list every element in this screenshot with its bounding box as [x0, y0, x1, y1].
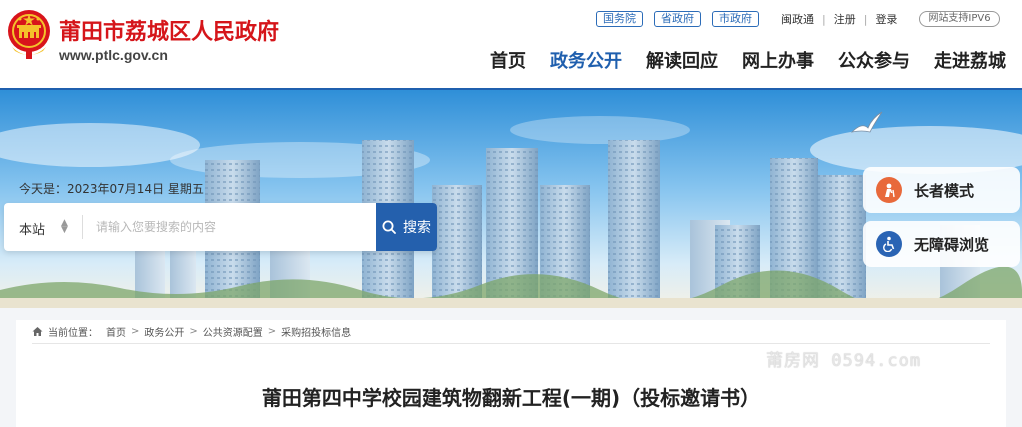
breadcrumb-divider [32, 343, 990, 344]
site-title[interactable]: 莆田市荔城区人民政府 [59, 14, 279, 46]
breadcrumb-label: 当前位置： [48, 328, 98, 339]
accessible-browse-button[interactable]: 无障碍浏览 [863, 221, 1020, 267]
nav-interpretation[interactable]: 解读回应 [646, 47, 718, 73]
search-button-label: 搜索 [403, 220, 431, 236]
search-button[interactable]: 搜索 [376, 203, 437, 251]
nav-about-licheng[interactable]: 走进荔城 [934, 47, 1006, 73]
site-header: 莆田市荔城区人民政府 www.ptlc.gov.cn 国务院 省政府 市政府 闽… [0, 0, 1022, 88]
breadcrumb-separator: > [189, 326, 198, 337]
accessible-browse-label: 无障碍浏览 [914, 235, 990, 254]
breadcrumb-separator: > [131, 326, 140, 337]
scope-toggle-icon[interactable]: ▲ ▼ [61, 219, 68, 235]
breadcrumb-public-resources[interactable]: 公共资源配置 [203, 324, 263, 339]
wheelchair-icon [876, 231, 902, 257]
article-title: 莆田第四中学校园建筑物翻新工程(一期)（投标邀请书） [261, 386, 761, 410]
search-input[interactable] [96, 217, 366, 237]
link-city-gov[interactable]: 市政府 [712, 11, 759, 27]
breadcrumb-separator: > [267, 326, 277, 337]
breadcrumb-gov-affairs[interactable]: 政务公开 [144, 324, 184, 339]
ipv6-badge: 网站支持IPV6 [919, 11, 1000, 27]
nav-online-service[interactable]: 网上办事 [742, 47, 814, 73]
link-provincial-gov[interactable]: 省政府 [654, 11, 701, 27]
watermark: 莆房网 0594.com [766, 351, 922, 371]
link-mintong[interactable]: 闽政通 [781, 11, 814, 27]
national-emblem-icon[interactable] [6, 7, 52, 63]
search-icon [382, 220, 396, 234]
main-nav: 首页 政务公开 解读回应 网上办事 公众参与 走进荔城 [490, 47, 1006, 73]
current-date: 今天是：2023年07月14日 星期五 [19, 182, 204, 196]
breadcrumb-home[interactable]: 首页 [106, 324, 126, 339]
breadcrumb: 当前位置： 首页 > 政务公开 > 公共资源配置 > 采购招投标信息 [32, 324, 351, 339]
home-icon [32, 327, 43, 336]
elder-mode-button[interactable]: 长者模式 [863, 167, 1020, 213]
nav-gov-affairs[interactable]: 政务公开 [550, 47, 622, 73]
link-register[interactable]: 注册 [834, 11, 856, 27]
nav-public-participation[interactable]: 公众参与 [838, 47, 910, 73]
nav-home[interactable]: 首页 [490, 47, 526, 73]
breadcrumb-procurement[interactable]: 采购招投标信息 [281, 324, 351, 339]
top-links: 国务院 省政府 市政府 闽政通 | 注册 | 登录 网站支持IPV6 [596, 11, 1000, 27]
elder-icon [876, 177, 902, 203]
elder-mode-label: 长者模式 [914, 181, 975, 200]
search-scope-select[interactable]: 本站 [19, 219, 45, 238]
separator: | [822, 12, 826, 26]
link-login[interactable]: 登录 [875, 11, 897, 27]
separator: | [863, 12, 868, 26]
site-domain: www.ptlc.gov.cn [59, 47, 168, 63]
search-box: 本站 ▲▼ 搜索 [4, 203, 437, 251]
link-state-council[interactable]: 国务院 [596, 11, 643, 27]
search-divider [82, 215, 83, 239]
